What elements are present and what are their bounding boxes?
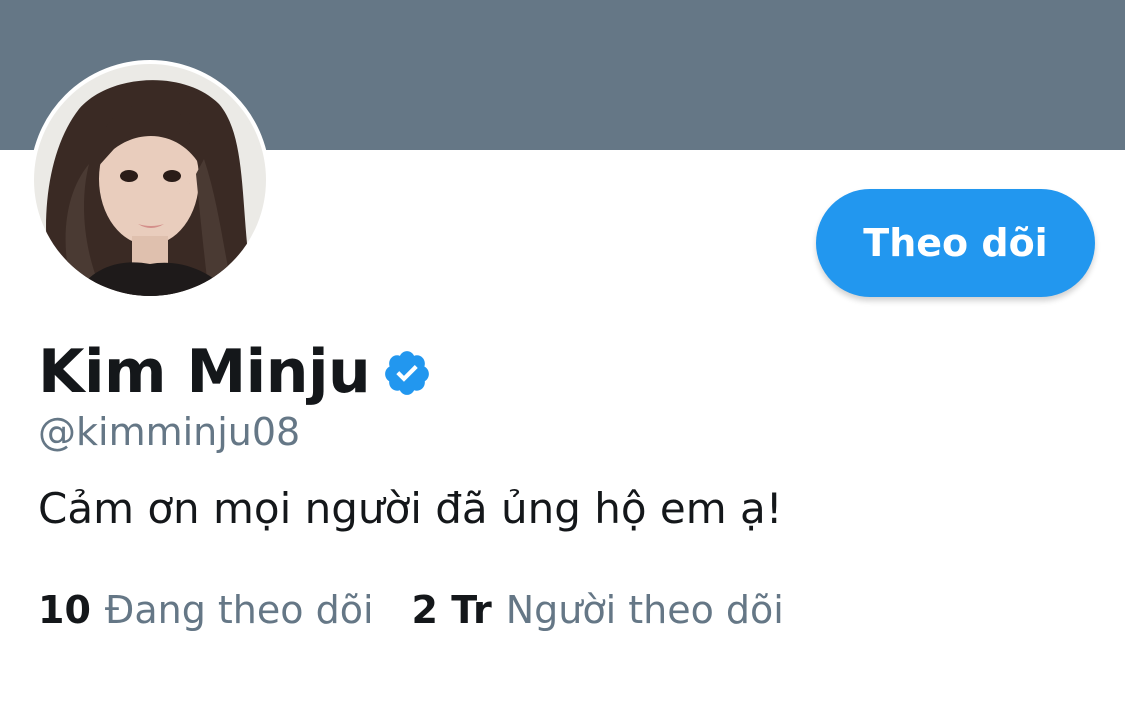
followers-count: 2 Tr: [411, 588, 492, 632]
followers-label: Người theo dõi: [505, 588, 784, 632]
following-count: 10: [38, 588, 91, 632]
profile-bio: Cảm ơn mọi người đã ủng hộ em ạ!: [38, 484, 783, 533]
avatar[interactable]: [30, 60, 270, 300]
profile-stats: 10 Đang theo dõi 2 Tr Người theo dõi: [38, 588, 784, 632]
name-row: Kim Minju: [38, 332, 432, 412]
follow-button[interactable]: Theo dõi: [816, 189, 1095, 297]
profile-page: Theo dõi Kim Minju @kimminju08 Cảm ơn mọ…: [0, 0, 1125, 725]
display-name: Kim Minju: [38, 337, 371, 407]
followers-stat[interactable]: 2 Tr Người theo dõi: [412, 588, 784, 632]
following-stat[interactable]: 10 Đang theo dõi: [38, 588, 374, 632]
verified-badge-icon: [382, 348, 432, 398]
user-handle: @kimminju08: [38, 410, 301, 454]
avatar-photo-icon: [34, 64, 266, 296]
following-label: Đang theo dõi: [104, 588, 374, 632]
